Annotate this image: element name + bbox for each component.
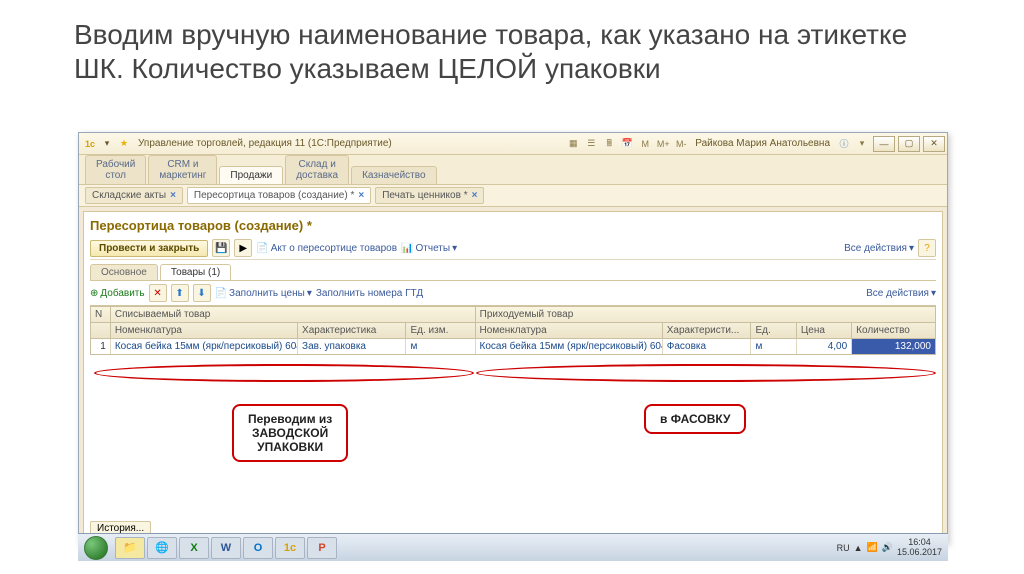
cell-nom-out[interactable]: Косая бейка 15мм (ярк/персиковый) 6049 (111, 339, 298, 354)
dropdown-icon[interactable]: ▾ (854, 137, 870, 151)
cell-price[interactable]: 4,00 (797, 339, 852, 354)
doc-tab-print-prices[interactable]: Печать ценников *× (375, 187, 484, 204)
m-icon[interactable]: М (637, 137, 653, 151)
close-button[interactable]: ✕ (923, 136, 945, 152)
cell-nom-in[interactable]: Косая бейка 15мм (ярк/персиковый) 6049 (476, 339, 663, 354)
move-up-icon[interactable]: ⬆ (171, 284, 189, 302)
fill-prices-link[interactable]: 📄 Заполнить цены ▾ (215, 288, 312, 299)
maximize-button[interactable]: ▢ (898, 136, 920, 152)
toolbar-icon[interactable]: ▦ (565, 137, 581, 151)
nav-desktop[interactable]: Рабочий стол (85, 155, 146, 184)
app-1c-icon[interactable]: 1с (275, 537, 305, 559)
star-icon[interactable]: ★ (117, 137, 131, 151)
chrome-icon[interactable]: 🌐 (147, 537, 177, 559)
tray-clock[interactable]: 16:04 15.06.2017 (897, 538, 942, 558)
word-icon[interactable]: W (211, 537, 241, 559)
doc-tab-peresortica[interactable]: Пересортица товаров (создание) *× (187, 187, 371, 204)
nav-crm[interactable]: CRM и маркетинг (148, 155, 217, 184)
col-in-group: Приходуемый товар (476, 307, 935, 322)
tray-sound-icon[interactable]: 🔊 (882, 542, 893, 553)
col-quantity[interactable]: Количество (852, 323, 935, 338)
m-plus-icon[interactable]: М+ (655, 137, 671, 151)
highlight-ellipse-out (94, 364, 474, 382)
grid-toolbar: ⊕ Добавить ✕ ⬆ ⬇ 📄 Заполнить цены ▾ Запо… (90, 280, 936, 306)
tray-network-icon[interactable]: 📶 (867, 542, 878, 553)
document-form: Пересортица товаров (создание) * Провест… (83, 211, 943, 541)
form-title: Пересортица товаров (создание) * (90, 216, 936, 237)
col-out-group: Списываемый товар (111, 307, 476, 322)
current-user: Райкова Мария Анатольевна (695, 138, 830, 149)
m-minus-icon[interactable]: М- (673, 137, 689, 151)
reports-link[interactable]: 📊 Отчеты ▾ (401, 243, 457, 254)
fill-gtd-link[interactable]: Заполнить номера ГТД (316, 288, 423, 299)
post-and-close-button[interactable]: Провести и закрыть (90, 240, 208, 257)
grid-row[interactable]: 1 Косая бейка 15мм (ярк/персиковый) 6049… (91, 339, 935, 354)
lang-indicator[interactable]: RU (837, 543, 850, 553)
col-unit-in[interactable]: Ед. (751, 323, 796, 338)
section-tabs: Рабочий стол CRM и маркетинг Продажи Скл… (79, 155, 947, 185)
close-tab-icon[interactable]: × (170, 190, 176, 201)
goods-grid[interactable]: N Списываемый товар Приходуемый товар Но… (90, 306, 936, 355)
system-tray[interactable]: RU ▲ 📶 🔊 16:04 15.06.2017 (831, 538, 948, 558)
info-icon[interactable]: ⓘ (836, 137, 852, 151)
highlight-ellipse-in (476, 364, 936, 382)
excel-icon[interactable]: X (179, 537, 209, 559)
col-nomenclature-in[interactable]: Номенклатура (476, 323, 663, 338)
document-tabs: Складские акты× Пересортица товаров (соз… (79, 185, 947, 207)
start-button[interactable] (78, 534, 114, 562)
cell-char-out[interactable]: Зав. упаковка (298, 339, 406, 354)
col-nomenclature-out[interactable]: Номенклатура (111, 323, 298, 338)
move-down-icon[interactable]: ⬇ (193, 284, 211, 302)
save-icon[interactable]: 💾 (212, 239, 230, 257)
grid-header: N Списываемый товар Приходуемый товар (91, 307, 935, 323)
app-logo-1c-icon: 1с (83, 137, 97, 151)
outlook-icon[interactable]: O (243, 537, 273, 559)
form-subtabs: Основное Товары (1) (90, 264, 936, 280)
subtab-main[interactable]: Основное (90, 264, 158, 280)
windows-taskbar: 📁 🌐 X W O 1с P RU ▲ 📶 🔊 16:04 15.06.2017 (78, 533, 948, 561)
callout-to-fasovka: в ФАСОВКУ (644, 404, 746, 434)
cell-char-in[interactable]: Фасовка (663, 339, 752, 354)
col-unit-out[interactable]: Ед. изм. (406, 323, 475, 338)
callout-from-factory: Переводим из ЗАВОДСКОЙ УПАКОВКИ (232, 404, 348, 462)
powerpoint-icon[interactable]: P (307, 537, 337, 559)
window-titlebar: 1с ▾ ★ Управление торговлей, редакция 11… (79, 133, 947, 155)
slide-title: Вводим вручную наименование товара, как … (0, 0, 1024, 91)
minimize-button[interactable]: — (873, 136, 895, 152)
command-bar: Провести и закрыть 💾 ▶ 📄 Акт о пересорти… (90, 237, 936, 260)
app-window: 1с ▾ ★ Управление торговлей, редакция 11… (78, 132, 948, 544)
add-row-button[interactable]: ⊕ Добавить (90, 288, 145, 299)
cell-n[interactable]: 1 (91, 339, 111, 354)
col-price[interactable]: Цена (797, 323, 852, 338)
help-icon[interactable]: ? (918, 239, 936, 257)
nav-treasury[interactable]: Казначейство (351, 166, 436, 184)
cell-unit-in[interactable]: м (751, 339, 796, 354)
col-characteristic-out[interactable]: Характеристика (298, 323, 406, 338)
post-icon[interactable]: ▶ (234, 239, 252, 257)
close-tab-icon[interactable]: × (358, 190, 364, 201)
col-characteristic-in[interactable]: Характеристи... (663, 323, 752, 338)
cell-quantity[interactable]: 132,000 (852, 339, 935, 354)
col-n[interactable]: N (91, 307, 111, 322)
subtab-goods[interactable]: Товары (1) (160, 264, 231, 280)
close-tab-icon[interactable]: × (472, 190, 478, 201)
act-report-link[interactable]: 📄 Акт о пересортице товаров (256, 243, 397, 254)
calendar-icon[interactable]: 📅 (619, 137, 635, 151)
doc-tab-warehouse-acts[interactable]: Складские акты× (85, 187, 183, 204)
explorer-icon[interactable]: 📁 (115, 537, 145, 559)
all-actions-link[interactable]: Все действия ▾ (844, 243, 914, 254)
delete-row-icon[interactable]: ✕ (149, 284, 167, 302)
calculator-icon[interactable]: 🖩 (601, 137, 617, 151)
tray-flag-icon[interactable]: ▲ (854, 543, 863, 553)
cell-unit-out[interactable]: м (406, 339, 475, 354)
all-actions-link[interactable]: Все действия ▾ (866, 288, 936, 299)
grid-subheader: Номенклатура Характеристика Ед. изм. Ном… (91, 323, 935, 339)
toolbar-icon[interactable]: ☰ (583, 137, 599, 151)
nav-warehouse[interactable]: Склад и доставка (285, 155, 349, 184)
dropdown-icon[interactable]: ▾ (100, 137, 114, 151)
window-title: Управление торговлей, редакция 11 (1С:Пр… (138, 138, 392, 149)
nav-sales[interactable]: Продажи (219, 166, 283, 184)
